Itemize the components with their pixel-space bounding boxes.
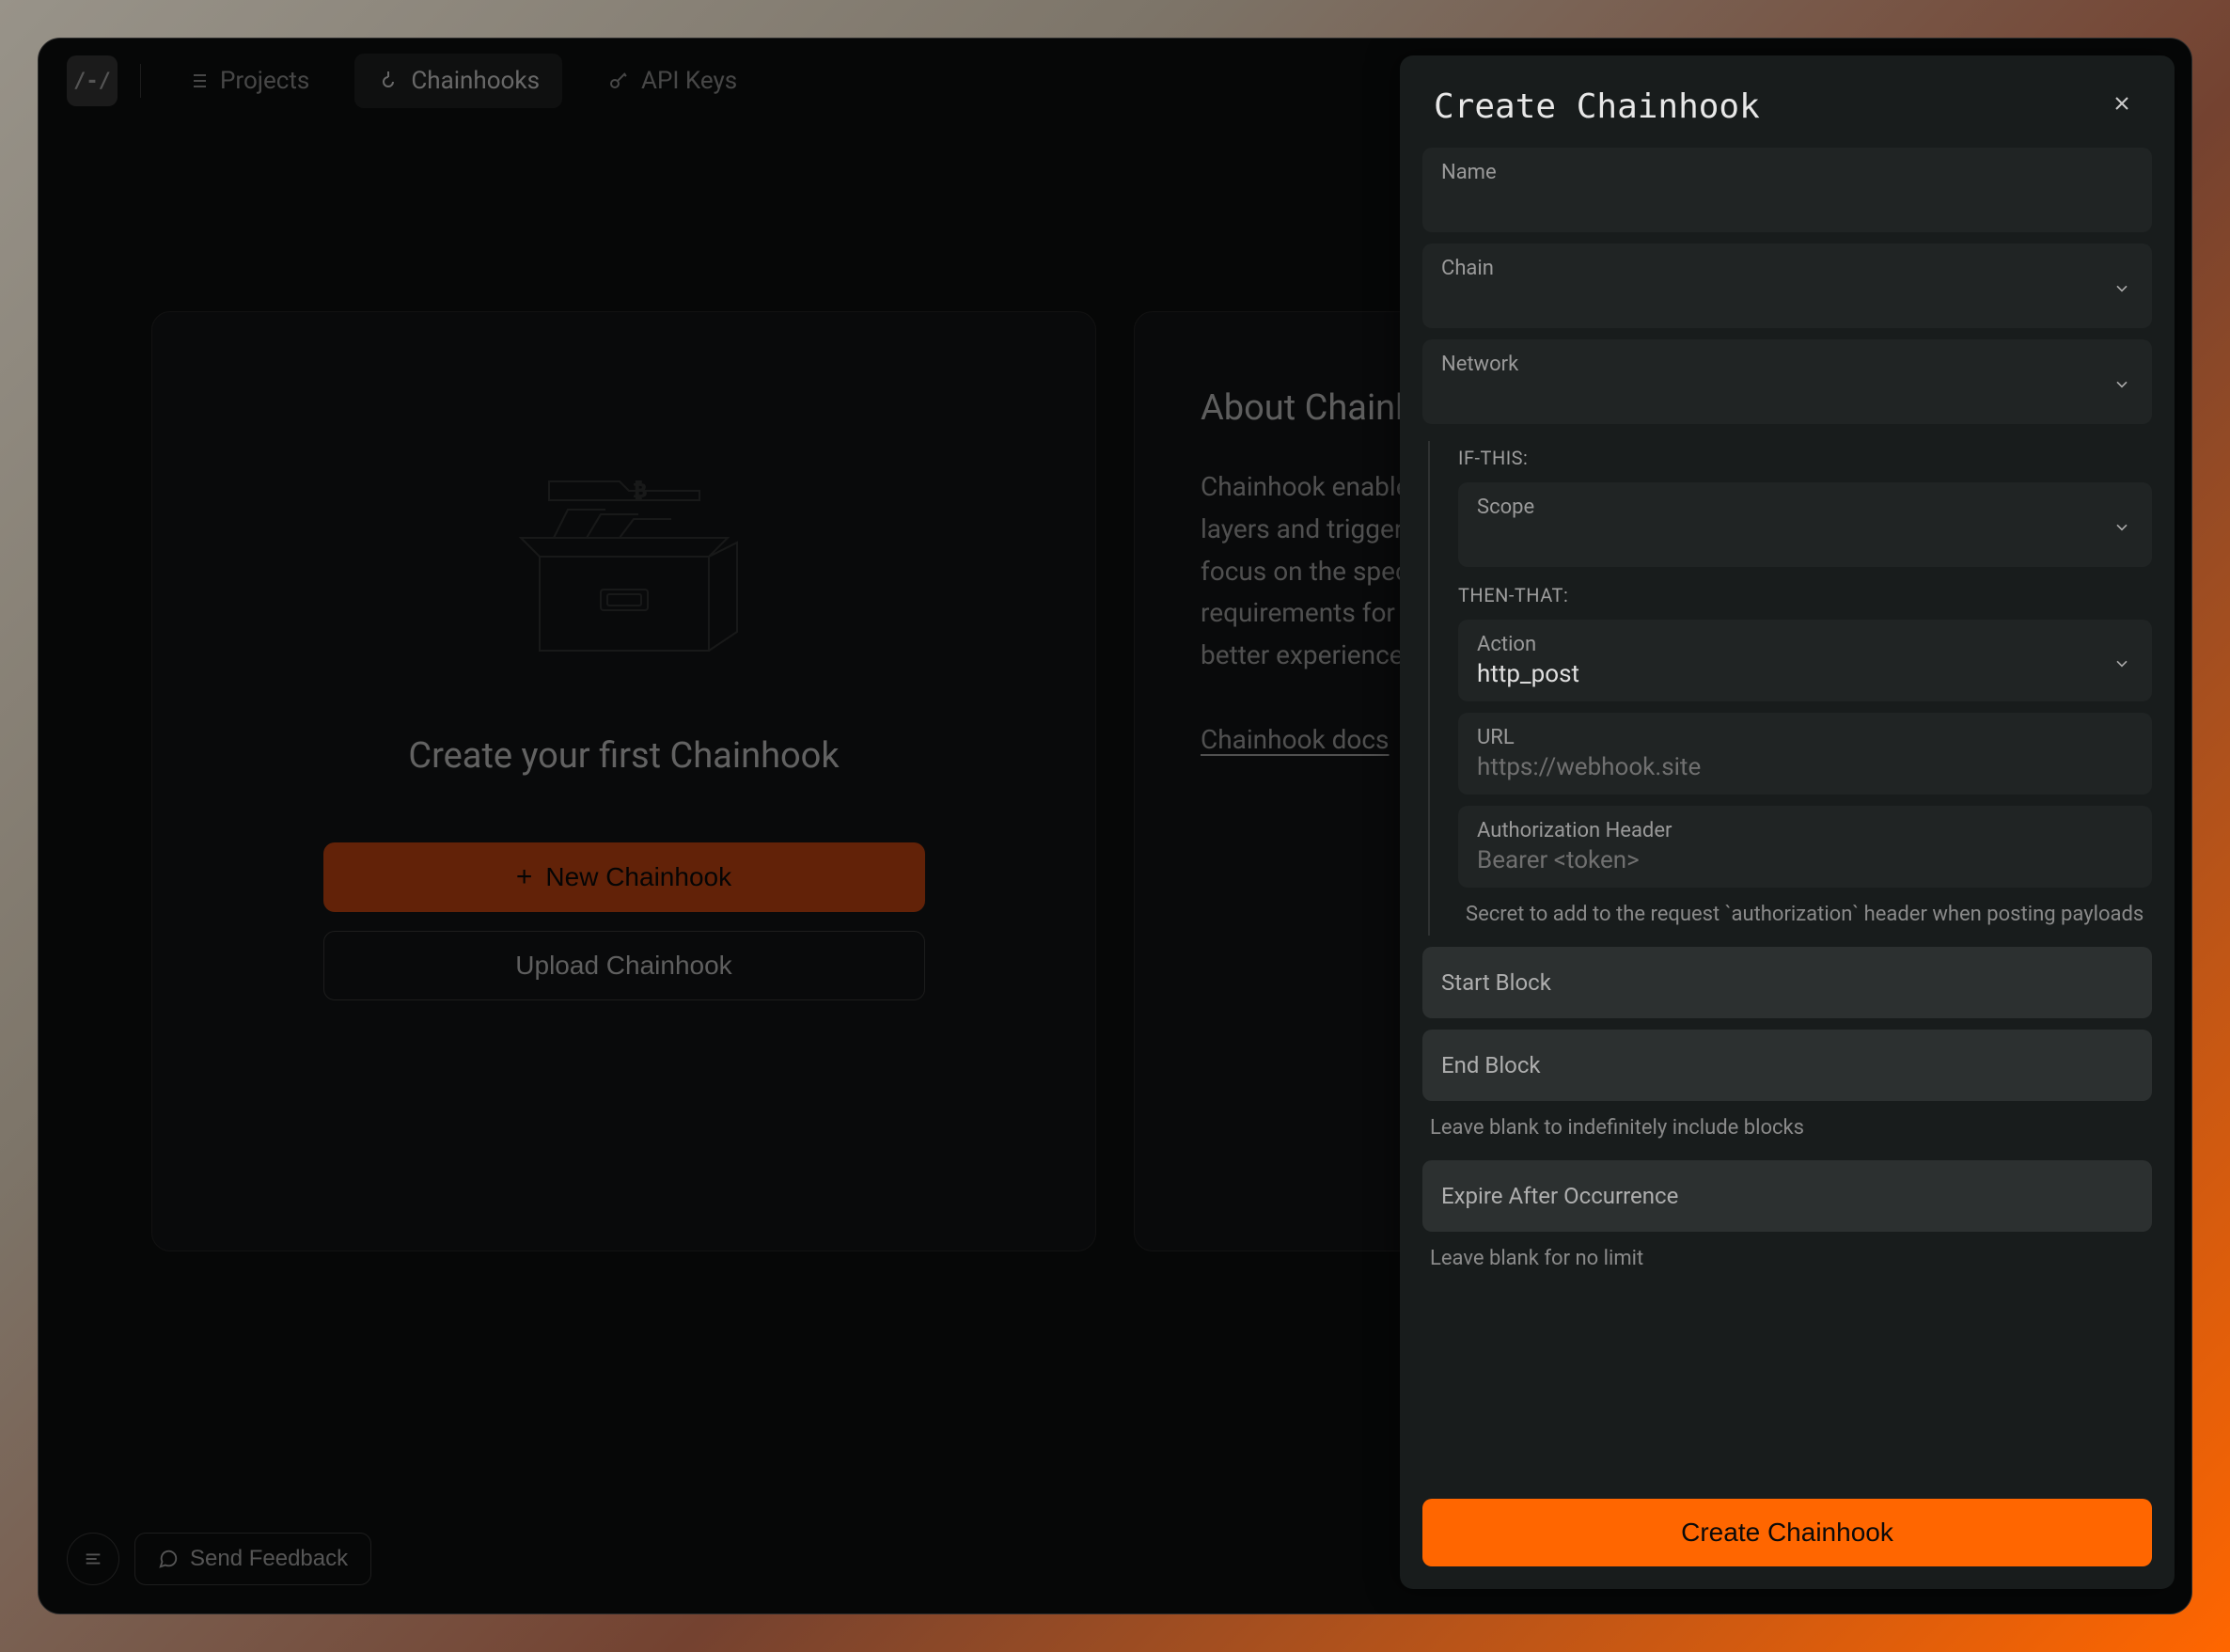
field-placeholder: Bearer <token>	[1477, 846, 2133, 874]
panel-header: Create Chainhook	[1400, 55, 2175, 148]
conditions-section: IF-THIS: Scope THEN-THAT: Action http_po…	[1428, 441, 2152, 936]
field-label: Action	[1477, 633, 2133, 656]
field-label: URL	[1477, 726, 2133, 749]
url-field[interactable]: URL https://webhook.site	[1458, 713, 2152, 795]
name-field[interactable]: Name	[1422, 148, 2152, 232]
field-label: End Block	[1441, 1052, 2133, 1078]
panel-footer: Create Chainhook	[1400, 1476, 2175, 1589]
app-window: /-/ Projects Chainhooks API Keys	[38, 38, 2192, 1614]
close-icon	[2111, 92, 2133, 115]
field-label: Start Block	[1441, 969, 2133, 996]
auth-header-field[interactable]: Authorization Header Bearer <token>	[1458, 806, 2152, 888]
network-select[interactable]: Network	[1422, 339, 2152, 424]
field-label: Chain	[1441, 257, 2133, 280]
field-label: Scope	[1477, 496, 2133, 519]
action-select[interactable]: Action http_post	[1458, 620, 2152, 701]
scope-select[interactable]: Scope	[1458, 482, 2152, 567]
field-placeholder: https://webhook.site	[1477, 753, 2133, 781]
field-label: Network	[1441, 353, 2133, 376]
expire-helper: Leave blank for no limit	[1422, 1245, 2152, 1274]
chevron-down-icon	[2112, 653, 2131, 676]
chevron-down-icon	[2112, 518, 2131, 541]
then-that-label: THEN-THAT:	[1458, 584, 2152, 606]
field-value: http_post	[1477, 660, 2133, 688]
chevron-down-icon	[2112, 375, 2131, 398]
panel-body: Name Chain Network IF-THIS: Scope	[1400, 148, 2175, 1476]
create-chainhook-button[interactable]: Create Chainhook	[1422, 1499, 2152, 1566]
expire-field[interactable]: Expire After Occurrence	[1422, 1160, 2152, 1232]
end-block-helper: Leave blank to indefinitely include bloc…	[1422, 1114, 2152, 1143]
chevron-down-icon	[2112, 279, 2131, 302]
field-label: Name	[1441, 161, 2133, 184]
chain-select[interactable]: Chain	[1422, 244, 2152, 328]
start-block-field[interactable]: Start Block	[1422, 947, 2152, 1018]
panel-title: Create Chainhook	[1434, 87, 1760, 126]
button-label: Create Chainhook	[1681, 1518, 1893, 1547]
if-this-label: IF-THIS:	[1458, 447, 2152, 469]
auth-helper-text: Secret to add to the request `authorizat…	[1458, 901, 2152, 930]
field-label: Expire After Occurrence	[1441, 1183, 2133, 1209]
create-chainhook-panel: Create Chainhook Name Chain Network	[1400, 55, 2175, 1589]
close-panel-button[interactable]	[2103, 84, 2141, 129]
end-block-field[interactable]: End Block	[1422, 1030, 2152, 1101]
field-label: Authorization Header	[1477, 819, 2133, 842]
